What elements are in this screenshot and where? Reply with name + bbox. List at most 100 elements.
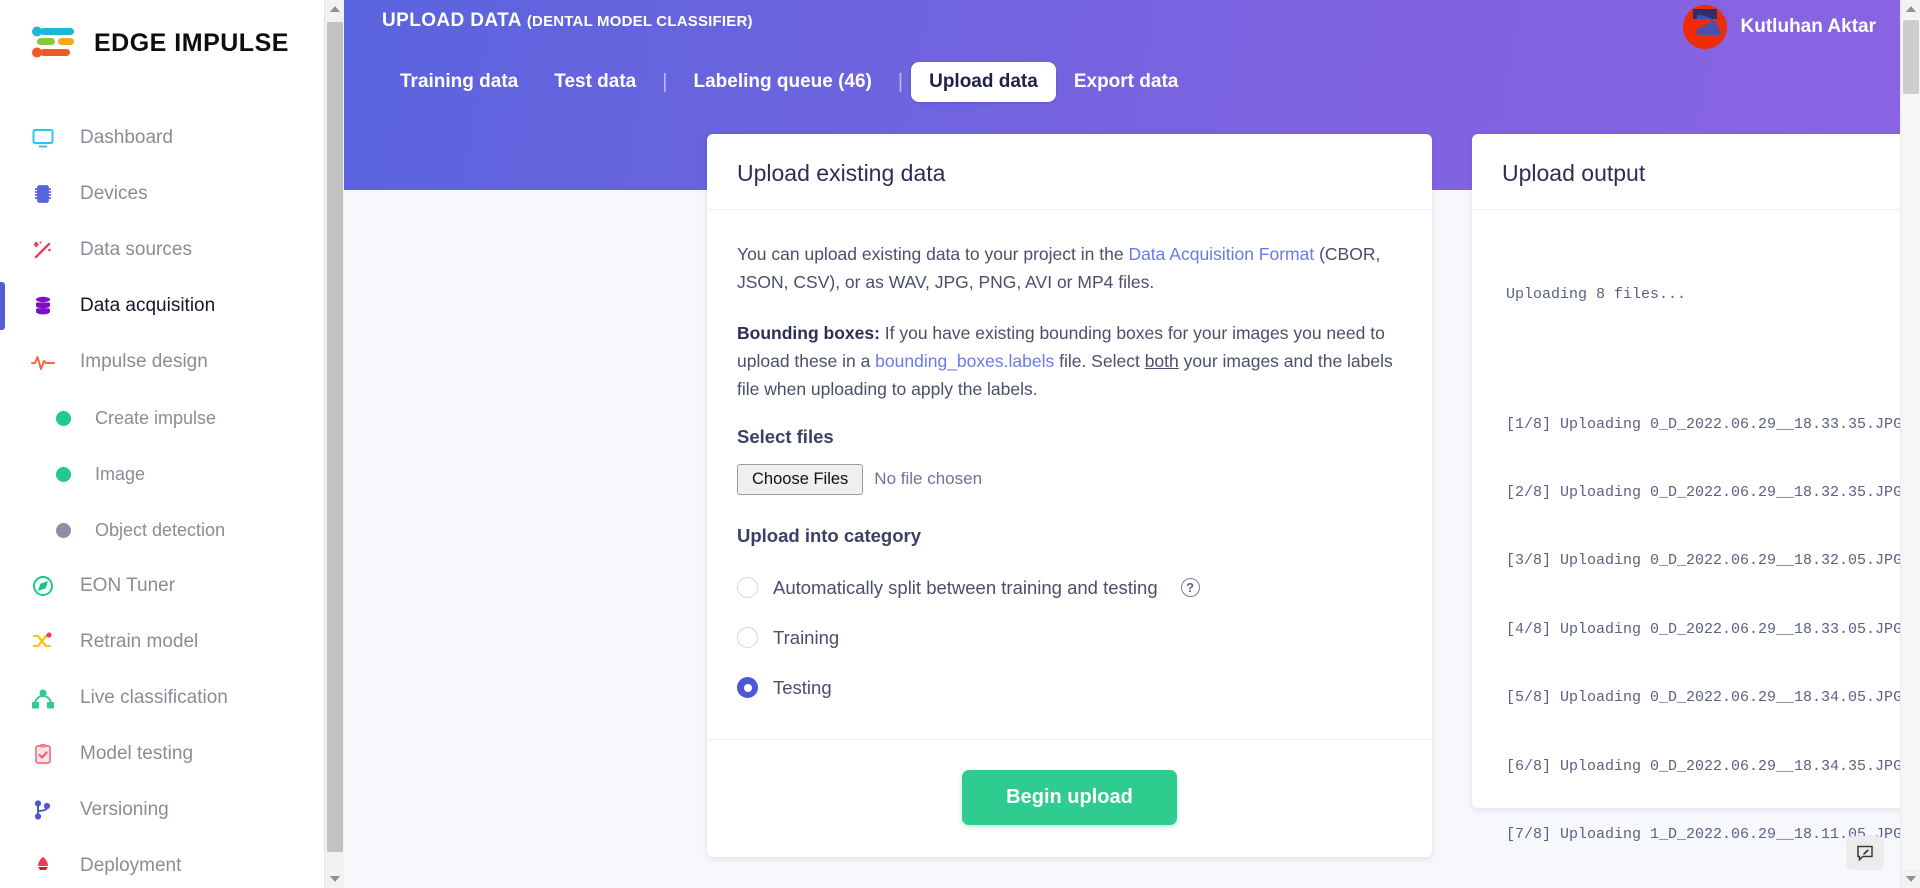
bounding-boxes-label: Bounding boxes: [737, 322, 880, 343]
scroll-up-arrow-icon[interactable] [325, 0, 344, 18]
page-scrollbar-thumb[interactable] [1903, 20, 1919, 94]
upload-output-console: Uploading 8 files... [1/8] Uploading 0_D… [1472, 210, 1920, 888]
tab-export-data[interactable]: Export data [1056, 62, 1197, 102]
sidebar-item-label: Dashboard [80, 127, 173, 148]
sidebar-subitem-label: Create impulse [95, 407, 217, 428]
sidebar-item-versioning[interactable]: Versioning [0, 782, 344, 838]
radio-testing[interactable]: Testing [737, 663, 1402, 713]
app-root: EDGE IMPULSE Dashboard Devices Data sour… [0, 0, 1920, 888]
upload-card-body: You can upload existing data to your pro… [707, 210, 1432, 713]
sidebar-item-impulse-design[interactable]: Impulse design [0, 334, 344, 390]
tab-training-data[interactable]: Training data [382, 62, 536, 102]
network-icon [28, 683, 58, 713]
user-menu[interactable]: Kutluhan Aktar [1682, 0, 1876, 54]
avatar [1682, 5, 1727, 49]
sidebar-scrollbar[interactable] [324, 0, 344, 888]
brand-name: EDGE IMPULSE [94, 28, 289, 57]
page-scroll-up-arrow-icon[interactable] [1901, 0, 1920, 18]
pulse-icon [28, 347, 58, 377]
page-scroll-down-arrow-icon[interactable] [1901, 870, 1920, 888]
sidebar-item-data-acquisition[interactable]: Data acquisition [0, 278, 344, 334]
radio-auto-split[interactable]: Automatically split between training and… [737, 563, 1402, 613]
sidebar-item-label: Retrain model [80, 631, 199, 652]
sidebar-item-model-testing[interactable]: Model testing [0, 726, 344, 782]
sidebar-item-label: EON Tuner [80, 575, 176, 596]
sidebar-subitem-label: Image [95, 463, 146, 484]
feedback-button[interactable] [1846, 836, 1884, 870]
radio-button-icon[interactable] [737, 677, 758, 699]
database-icon [28, 291, 58, 321]
edge-impulse-logo-icon [28, 26, 84, 60]
sidebar-item-label: Versioning [80, 799, 169, 820]
sidebar-item-label: Data acquisition [80, 295, 216, 316]
sidebar-subitem-image[interactable]: Image [0, 446, 344, 502]
sidebar-subitem-create-impulse[interactable]: Create impulse [0, 390, 344, 446]
sidebar-item-live-classification[interactable]: Live classification [0, 670, 344, 726]
sidebar-item-devices[interactable]: Devices [0, 166, 344, 222]
begin-upload-button[interactable]: Begin upload [962, 769, 1177, 825]
console-line: [6/8] Uploading 0_D_2022.06.29__18.34.35… [1506, 757, 1920, 775]
sidebar-item-label: Devices [80, 183, 148, 204]
wand-icon [28, 235, 58, 265]
sidebar-item-retrain-model[interactable]: Retrain model [0, 614, 344, 670]
user-name: Kutluhan Aktar [1740, 16, 1876, 37]
upload-output-card: Upload output Uploading 8 files... [1/8]… [1472, 134, 1920, 843]
monitor-icon [28, 123, 58, 153]
sidebar-item-label: Live classification [80, 687, 228, 708]
page-scrollbar[interactable] [1900, 0, 1920, 888]
sidebar-item-label: Data sources [80, 239, 192, 260]
sidebar-nav: Dashboard Devices Data sources Data acqu… [0, 110, 344, 888]
cards-row: Upload existing data You can upload exis… [707, 134, 1920, 857]
bounding-boxes-paragraph: Bounding boxes: If you have existing bou… [737, 319, 1402, 404]
console-line: [4/8] Uploading 0_D_2022.06.29__18.33.05… [1506, 620, 1920, 638]
upload-card-title: Upload existing data [707, 134, 1432, 210]
tab-test-data[interactable]: Test data [536, 62, 654, 102]
sidebar: EDGE IMPULSE Dashboard Devices Data sour… [0, 0, 344, 888]
radio-training[interactable]: Training [737, 613, 1402, 663]
clipboard-check-icon [28, 739, 58, 769]
sidebar-item-label: Deployment [80, 855, 182, 876]
sidebar-item-label: Impulse design [80, 351, 208, 372]
rocket-icon [28, 851, 58, 881]
brand-logo[interactable]: EDGE IMPULSE [0, 0, 344, 60]
radio-button-icon[interactable] [737, 577, 758, 599]
select-files-label: Select files [737, 425, 834, 447]
tab-upload-data[interactable]: Upload data [911, 62, 1056, 102]
compass-icon [28, 571, 58, 601]
sidebar-item-data-sources[interactable]: Data sources [0, 222, 344, 278]
status-dot-icon [56, 522, 71, 538]
tab-labeling-queue[interactable]: Labeling queue (46) [675, 62, 889, 102]
page-title-text: UPLOAD DATA [382, 10, 522, 31]
upload-category-label: Upload into category [737, 524, 921, 546]
data-acquisition-format-link[interactable]: Data Acquisition Format [1128, 244, 1314, 264]
help-icon[interactable]: ? [1180, 578, 1200, 598]
no-file-chosen-text: No file chosen [874, 469, 983, 489]
sidebar-item-eon-tuner[interactable]: EON Tuner [0, 558, 344, 614]
sidebar-item-deployment[interactable]: Deployment [0, 838, 344, 888]
radio-label: Testing [773, 676, 832, 698]
upload-existing-data-card: Upload existing data You can upload exis… [707, 134, 1432, 857]
sidebar-item-dashboard[interactable]: Dashboard [0, 110, 344, 166]
git-branch-icon [28, 795, 58, 825]
shuffle-icon [28, 627, 58, 657]
sidebar-subitem-object-detection[interactable]: Object detection [0, 502, 344, 558]
intro-paragraph: You can upload existing data to your pro… [737, 240, 1402, 297]
main-content: UPLOAD DATA (DENTAL MODEL CLASSIFIER) Ku… [344, 0, 1920, 888]
radio-label: Training [773, 626, 840, 648]
tab-bar: Training data Test data | Labeling queue… [382, 62, 1196, 102]
intro-text-before: You can upload existing data to your pro… [737, 244, 1129, 264]
tab-divider: | [662, 70, 668, 93]
console-line: [5/8] Uploading 0_D_2022.06.29__18.34.05… [1506, 689, 1920, 707]
radio-button-icon[interactable] [737, 627, 758, 649]
file-input-row[interactable]: Choose Files No file chosen [737, 463, 1402, 495]
status-dot-icon [56, 466, 71, 482]
upload-card-footer: Begin upload [707, 738, 1432, 857]
sidebar-scrollbar-thumb[interactable] [327, 22, 343, 852]
choose-files-button[interactable]: Choose Files [737, 463, 864, 495]
bounding-boxes-labels-link[interactable]: bounding_boxes.labels [875, 351, 1054, 371]
scroll-down-arrow-icon[interactable] [325, 870, 344, 888]
radio-label: Automatically split between training and… [773, 576, 1158, 598]
console-line: Uploading 8 files... [1506, 285, 1687, 303]
bbox-both-emphasis: both [1144, 351, 1179, 372]
